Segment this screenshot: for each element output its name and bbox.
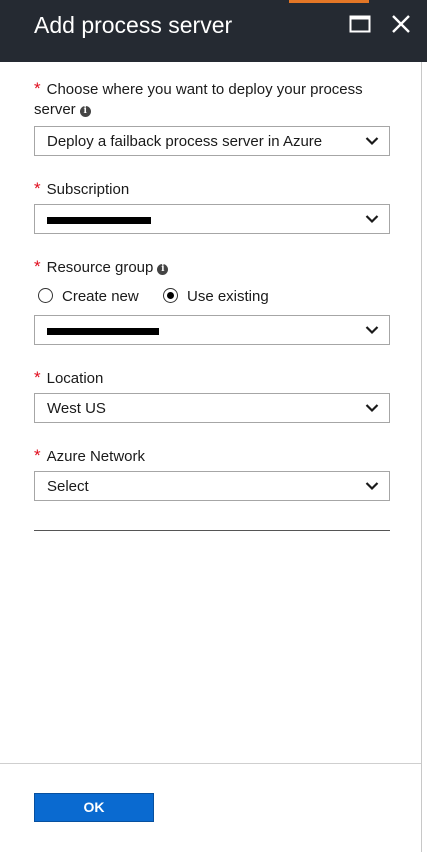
required-marker: * xyxy=(34,79,41,98)
deploy-location-value: Deploy a failback process server in Azur… xyxy=(47,133,323,150)
subscription-select[interactable] xyxy=(34,204,390,234)
location-select[interactable]: West US xyxy=(34,393,390,423)
required-marker: * xyxy=(34,446,41,465)
subscription-label: * Subscription xyxy=(34,179,130,198)
required-marker: * xyxy=(34,179,41,198)
location-value: West US xyxy=(47,400,106,417)
required-marker: * xyxy=(34,257,41,276)
close-icon[interactable] xyxy=(390,13,412,35)
chevron-down-icon xyxy=(365,137,379,146)
ok-button[interactable]: OK xyxy=(34,793,154,822)
resource-group-label: * Resource group i xyxy=(34,257,169,278)
chevron-down-icon xyxy=(365,215,379,224)
azure-network-label: * Azure Network xyxy=(34,446,145,465)
info-icon[interactable]: i xyxy=(157,264,169,275)
radio-checked-icon xyxy=(163,288,178,303)
azure-network-select[interactable]: Select xyxy=(34,471,390,501)
info-icon[interactable]: i xyxy=(79,106,91,117)
deploy-location-select[interactable]: Deploy a failback process server in Azur… xyxy=(34,126,390,156)
deploy-location-label: * Choose where you want to deploy your pr… xyxy=(34,79,363,118)
section-divider xyxy=(34,530,390,531)
footer-divider xyxy=(0,763,421,764)
resource-group-select[interactable] xyxy=(34,315,390,345)
radio-unchecked-icon xyxy=(38,288,53,303)
location-label: * Location xyxy=(34,368,104,387)
azure-network-value: Select xyxy=(47,478,89,495)
maximize-icon[interactable] xyxy=(349,14,371,34)
accent-strip xyxy=(289,0,369,3)
redacted-value xyxy=(47,328,159,335)
chevron-down-icon xyxy=(365,326,379,335)
chevron-down-icon xyxy=(365,404,379,413)
redacted-value xyxy=(47,217,151,224)
panel-border xyxy=(421,62,422,852)
blade-title: Add process server xyxy=(34,12,233,38)
chevron-down-icon xyxy=(365,482,379,491)
required-marker: * xyxy=(34,368,41,387)
